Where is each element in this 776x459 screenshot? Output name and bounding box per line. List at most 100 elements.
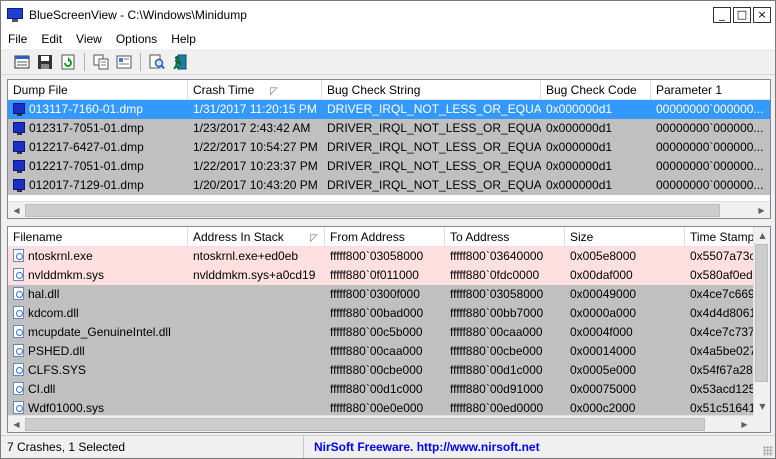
minimize-button[interactable]: _ bbox=[713, 7, 731, 23]
driver-row[interactable]: PSHED.dll fffff880`00caa000 fffff880`00cbe… bbox=[8, 342, 755, 361]
driver-cell-text: fffff800`03058000 bbox=[450, 287, 544, 301]
column-to-address[interactable]: To Address bbox=[445, 227, 565, 247]
driver-cell: 0x00075000 bbox=[565, 380, 685, 399]
scroll-right-arrow-icon[interactable]: ▶ bbox=[753, 202, 770, 219]
scroll-thumb[interactable] bbox=[755, 244, 768, 382]
exit-icon[interactable] bbox=[171, 53, 189, 71]
status-count: 7 Crashes, 1 Selected bbox=[1, 436, 304, 458]
find-icon[interactable] bbox=[148, 53, 166, 71]
driver-cell: fffff880`00bb7000 bbox=[445, 304, 565, 323]
column-filename[interactable]: Filename bbox=[8, 227, 188, 247]
crash-row[interactable]: 012017-7129-01.dmp 1/20/2017 10:43:20 PM D… bbox=[8, 176, 770, 195]
scroll-down-arrow-icon[interactable]: ▼ bbox=[754, 398, 770, 415]
driver-cell-text: 0x005e8000 bbox=[570, 249, 637, 263]
crash-row[interactable]: 012217-6427-01.dmp 1/22/2017 10:54:27 PM D… bbox=[8, 138, 770, 157]
close-button[interactable]: × bbox=[753, 7, 771, 23]
column-address-in-stack[interactable]: Address In Stack ◸ bbox=[188, 227, 325, 247]
driver-cell-text: fffff880`00caa000 bbox=[330, 344, 423, 358]
save-icon[interactable] bbox=[36, 53, 54, 71]
crash-cell-text: 0x000000d1 bbox=[546, 121, 613, 135]
refresh-icon[interactable] bbox=[59, 53, 77, 71]
driver-cell: 0x4d4d8061 bbox=[685, 304, 755, 323]
scroll-right-arrow-icon[interactable]: ▶ bbox=[736, 416, 753, 433]
menu-help[interactable]: Help bbox=[164, 29, 203, 49]
crash-list[interactable]: Dump File Crash Time ◸ Bug Check String B… bbox=[7, 79, 771, 219]
menu-options[interactable]: Options bbox=[109, 29, 164, 49]
column-bug-check-code[interactable]: Bug Check Code bbox=[541, 80, 651, 100]
crash-cell-text: 012217-7051-01.dmp bbox=[29, 159, 144, 173]
menu-bar: File Edit View Options Help bbox=[1, 29, 775, 49]
scroll-track[interactable] bbox=[754, 244, 769, 398]
dump-file-icon bbox=[13, 122, 25, 136]
driver-cell: 0x4ce7c669 bbox=[685, 285, 755, 304]
driver-cell-text: fffff880`00c5b000 bbox=[330, 325, 423, 339]
crash-cell-text: 00000000`000000... bbox=[656, 102, 764, 116]
column-size[interactable]: Size bbox=[565, 227, 685, 247]
menu-view[interactable]: View bbox=[69, 29, 109, 49]
scroll-up-arrow-icon[interactable]: ▲ bbox=[754, 227, 770, 244]
resize-grip-icon[interactable] bbox=[763, 446, 773, 456]
menu-edit[interactable]: Edit bbox=[34, 29, 69, 49]
scroll-thumb[interactable] bbox=[25, 203, 720, 217]
driver-cell-text: fffff880`00cbe000 bbox=[450, 344, 543, 358]
driver-cell: fffff880`00c5b000 bbox=[325, 323, 445, 342]
column-dump-file[interactable]: Dump File bbox=[8, 80, 188, 100]
nirsoft-link[interactable]: NirSoft Freeware. http://www.nirsoft.net bbox=[304, 436, 540, 458]
app-icon bbox=[7, 7, 23, 23]
sort-icon: ◸ bbox=[310, 233, 318, 244]
driver-row-in-stack[interactable]: ntoskrnl.exe ntoskrnl.exe+ed0eb fffff800`0… bbox=[8, 247, 755, 266]
crash-cell-text: 00000000`000000... bbox=[656, 178, 764, 192]
driver-row[interactable]: CLFS.SYS fffff880`00cbe000 fffff880`00d1c0… bbox=[8, 361, 755, 380]
driver-file-icon bbox=[13, 363, 24, 377]
driver-list[interactable]: Filename Address In Stack ◸ From Address … bbox=[7, 226, 771, 433]
driver-cell: fffff880`00caa000 bbox=[445, 323, 565, 342]
crash-cell: 1/23/2017 2:43:42 AM bbox=[188, 119, 322, 138]
driver-row[interactable]: hal.dll fffff800`0300f000 fffff800`0305800… bbox=[8, 285, 755, 304]
driver-file-icon bbox=[13, 344, 24, 358]
driver-cell: CLFS.SYS bbox=[8, 361, 188, 380]
crash-row[interactable]: 012317-7051-01.dmp 1/23/2017 2:43:42 AM DR… bbox=[8, 119, 770, 138]
column-parameter-1[interactable]: Parameter 1 bbox=[651, 80, 770, 100]
driver-cell: 0x00049000 bbox=[565, 285, 685, 304]
properties-icon[interactable] bbox=[13, 53, 31, 71]
scroll-left-arrow-icon[interactable]: ◀ bbox=[8, 416, 25, 433]
scroll-track[interactable] bbox=[25, 203, 753, 218]
driver-cell bbox=[188, 285, 325, 304]
crash-cell: 012217-7051-01.dmp bbox=[8, 157, 188, 176]
scroll-left-arrow-icon[interactable]: ◀ bbox=[8, 202, 25, 219]
driver-row-in-stack[interactable]: nvlddmkm.sys nvlddmkm.sys+a0cd19 fffff880`… bbox=[8, 266, 755, 285]
column-time-stamp[interactable]: Time Stamp bbox=[685, 227, 755, 247]
scroll-track[interactable] bbox=[25, 417, 736, 432]
crash-cell: 012217-6427-01.dmp bbox=[8, 138, 188, 157]
copy-icon[interactable] bbox=[92, 53, 110, 71]
driver-list-hscroll[interactable]: ◀ ▶ bbox=[8, 415, 753, 432]
driver-cell-text: fffff880`00bad000 bbox=[330, 306, 424, 320]
menu-file[interactable]: File bbox=[1, 29, 34, 49]
driver-cell: 0x0004f000 bbox=[565, 323, 685, 342]
crash-cell-text: 1/31/2017 11:20:15 PM bbox=[193, 102, 317, 116]
html-report-icon[interactable] bbox=[115, 53, 133, 71]
scroll-thumb[interactable] bbox=[25, 417, 705, 431]
driver-cell: fffff880`00caa000 bbox=[325, 342, 445, 361]
crash-row-selected[interactable]: 013117-7160-01.dmp 1/31/2017 11:20:15 PM D… bbox=[8, 100, 770, 119]
driver-cell: fffff880`00cbe000 bbox=[445, 342, 565, 361]
crash-cell-text: 00000000`000000... bbox=[656, 159, 764, 173]
crash-cell-text: DRIVER_IRQL_NOT_LESS_OR_EQUAL bbox=[327, 102, 541, 116]
crash-cell: 0x000000d1 bbox=[541, 157, 651, 176]
driver-row[interactable]: mcupdate_GenuineIntel.dll fffff880`00c5b0… bbox=[8, 323, 755, 342]
crash-cell: DRIVER_IRQL_NOT_LESS_OR_EQUAL bbox=[322, 138, 541, 157]
driver-cell-text: 0x4d4d8061 bbox=[690, 306, 755, 320]
driver-cell: 0x0005e000 bbox=[565, 361, 685, 380]
column-crash-time[interactable]: Crash Time ◸ bbox=[188, 80, 322, 100]
driver-row[interactable]: kdcom.dll fffff880`00bad000 fffff880`00bb7… bbox=[8, 304, 755, 323]
column-bug-check-string[interactable]: Bug Check String bbox=[322, 80, 541, 100]
column-from-address[interactable]: From Address bbox=[325, 227, 445, 247]
title-bar[interactable]: BlueScreenView - C:\Windows\Minidump _ □… bbox=[1, 1, 775, 29]
driver-row[interactable]: CI.dll fffff880`00d1c000 fffff880`00d91000… bbox=[8, 380, 755, 399]
crash-row[interactable]: 012217-7051-01.dmp 1/22/2017 10:23:37 PM D… bbox=[8, 157, 770, 176]
crash-list-hscroll[interactable]: ◀ ▶ bbox=[8, 201, 770, 218]
maximize-button[interactable]: □ bbox=[733, 7, 751, 23]
crash-cell: DRIVER_IRQL_NOT_LESS_OR_EQUAL bbox=[322, 100, 541, 119]
driver-cell bbox=[188, 323, 325, 342]
driver-list-vscroll[interactable]: ▲ ▼ bbox=[753, 227, 770, 415]
